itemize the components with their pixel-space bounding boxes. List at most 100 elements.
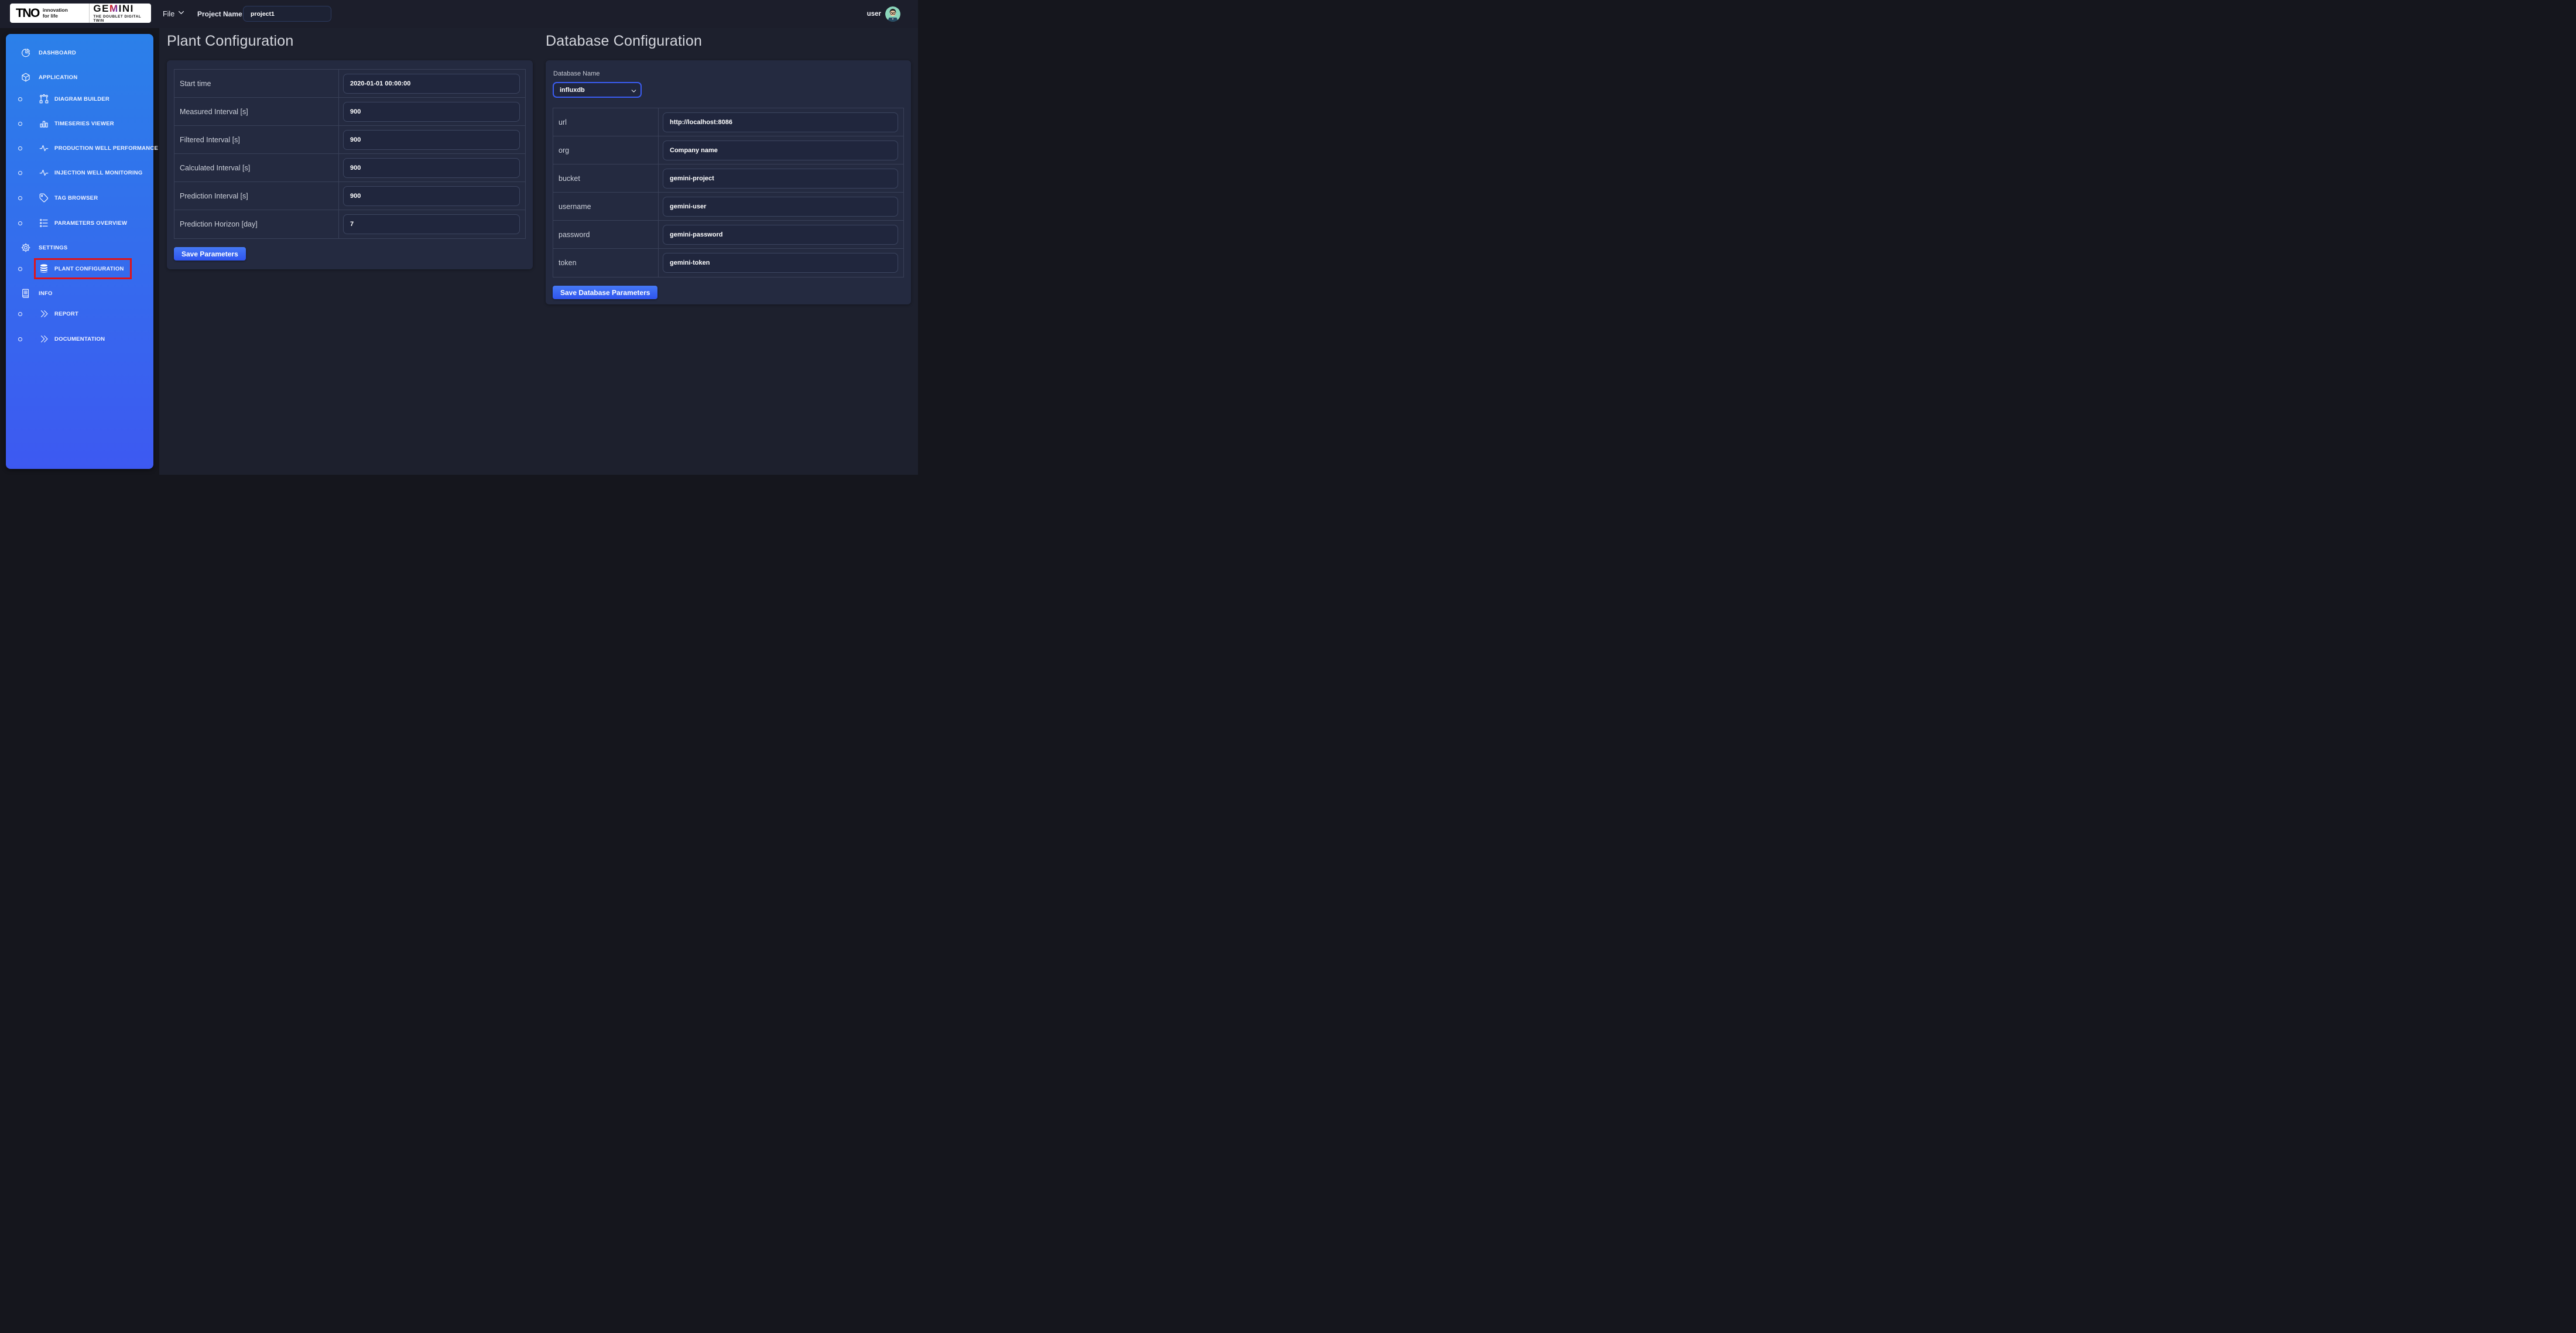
url-input[interactable]: [663, 112, 898, 132]
double-chevron-icon: [39, 309, 49, 319]
sidebar-item-report[interactable]: REPORT: [6, 306, 151, 321]
table-row: Filtered Interval [s]: [174, 126, 525, 154]
project-name-input[interactable]: [243, 6, 331, 22]
row-label: password: [553, 221, 659, 248]
topbar: TNO innovation for life GEMINI THE DOUBL…: [0, 0, 918, 28]
row-label: username: [553, 193, 659, 220]
main-content: Plant Configuration Start time Measured …: [159, 28, 918, 475]
start-time-input[interactable]: [343, 74, 520, 94]
save-database-parameters-button[interactable]: Save Database Parameters: [553, 286, 657, 299]
plant-configuration-card: Start time Measured Interval [s] Filtere…: [167, 60, 533, 269]
database-parameters-table: url org bucket username: [553, 108, 904, 277]
tno-logo: TNO innovation for life: [10, 6, 89, 20]
database-configuration-section: Database Configuration Database Name inf…: [546, 32, 911, 304]
sidebar-item-diagram-builder[interactable]: DIAGRAM BUILDER: [6, 91, 151, 107]
project-name-label: Project Name:: [197, 0, 245, 28]
plant-parameters-table: Start time Measured Interval [s] Filtere…: [174, 69, 526, 239]
file-menu[interactable]: File: [163, 0, 185, 28]
token-input[interactable]: [663, 253, 898, 273]
database-name-label: Database Name: [553, 70, 904, 77]
row-label: Calculated Interval [s]: [174, 154, 339, 181]
table-row: Prediction Horizon [day]: [174, 210, 525, 238]
sidebar-item-timeseries-viewer[interactable]: TIMESERIES VIEWER: [6, 116, 151, 131]
row-label: url: [553, 108, 659, 136]
bullet-icon: [18, 221, 22, 225]
document-icon: [20, 288, 31, 299]
activity-icon: [39, 143, 49, 153]
sidebar-item-documentation[interactable]: DOCUMENTATION: [6, 331, 151, 347]
calculated-interval-input[interactable]: [343, 158, 520, 178]
table-row: username: [553, 193, 903, 221]
bullet-icon: [18, 97, 22, 101]
tno-wordmark: TNO: [16, 6, 39, 20]
table-row: Measured Interval [s]: [174, 98, 525, 126]
table-row: url: [553, 108, 903, 136]
gemini-m-glyph: M: [109, 4, 119, 14]
table-row: bucket: [553, 165, 903, 193]
chevron-down-icon: [177, 9, 185, 19]
tag-icon: [39, 193, 49, 203]
sidebar-item-application[interactable]: APPLICATION: [6, 70, 151, 85]
user-avatar[interactable]: [885, 6, 900, 22]
file-menu-label: File: [163, 10, 174, 18]
sidebar-item-plant-configuration[interactable]: PLANT CONFIGURATION: [6, 261, 151, 276]
save-parameters-button[interactable]: Save Parameters: [174, 247, 246, 261]
row-label: Filtered Interval [s]: [174, 126, 339, 153]
bullet-icon: [18, 146, 22, 150]
gemini-subtitle: THE DOUBLET DIGITAL TWIN: [93, 15, 151, 23]
row-label: bucket: [553, 165, 659, 192]
user-area: user: [867, 0, 900, 28]
database-icon: [39, 263, 49, 274]
filtered-interval-input[interactable]: [343, 130, 520, 150]
app-root: TNO innovation for life GEMINI THE DOUBL…: [0, 0, 918, 475]
table-row: Calculated Interval [s]: [174, 154, 525, 182]
plant-configuration-title: Plant Configuration: [167, 32, 533, 50]
database-configuration-card: Database Name influxdb url org: [546, 60, 911, 304]
gemini-logo: GEMINI THE DOUBLET DIGITAL TWIN: [90, 4, 151, 23]
username-input[interactable]: [663, 197, 898, 217]
activity-icon: [39, 167, 49, 178]
sidebar-item-dashboard[interactable]: DASHBOARD: [6, 45, 151, 60]
row-label: org: [553, 136, 659, 164]
database-configuration-title: Database Configuration: [546, 32, 911, 50]
prediction-interval-input[interactable]: [343, 186, 520, 206]
cube-icon: [20, 72, 31, 83]
bullet-icon: [18, 196, 22, 200]
tno-tagline: innovation for life: [43, 8, 68, 19]
sidebar-item-info[interactable]: INFO: [6, 286, 151, 301]
bucket-input[interactable]: [663, 169, 898, 189]
prediction-horizon-input[interactable]: [343, 214, 520, 234]
bullet-icon: [18, 312, 22, 316]
bullet-icon: [18, 337, 22, 341]
bullet-icon: [18, 122, 22, 126]
row-label: Prediction Horizon [day]: [174, 210, 339, 238]
table-row: token: [553, 249, 903, 277]
table-row: Start time: [174, 70, 525, 98]
measured-interval-input[interactable]: [343, 102, 520, 122]
nodes-icon: [39, 94, 49, 104]
plant-configuration-section: Plant Configuration Start time Measured …: [167, 32, 533, 269]
user-label: user: [867, 11, 881, 18]
table-row: password: [553, 221, 903, 249]
password-input[interactable]: [663, 225, 898, 245]
sidebar-item-parameters-overview[interactable]: PARAMETERS OVERVIEW: [6, 215, 151, 231]
gear-icon: [20, 242, 31, 253]
sidebar-item-settings[interactable]: SETTINGS: [6, 240, 151, 255]
sidebar-item-injection-well-monitoring[interactable]: INJECTION WELL MONITORING: [6, 165, 151, 180]
table-row: Prediction Interval [s]: [174, 182, 525, 210]
row-label: token: [553, 249, 659, 277]
bar-chart-icon: [39, 118, 49, 129]
sidebar: DASHBOARD APPLICATION DIAGRAM BUILDER TI…: [6, 34, 153, 469]
database-name-select[interactable]: influxdb: [553, 82, 642, 98]
row-label: Measured Interval [s]: [174, 98, 339, 125]
double-chevron-icon: [39, 334, 49, 344]
brand-logo: TNO innovation for life GEMINI THE DOUBL…: [10, 4, 151, 23]
sidebar-item-production-well-performance[interactable]: PRODUCTION WELL PERFORMANCE: [6, 141, 151, 156]
database-name-select-wrap: influxdb: [553, 82, 642, 98]
sidebar-item-tag-browser[interactable]: TAG BROWSER: [6, 190, 151, 205]
row-label: Start time: [174, 70, 339, 97]
table-row: org: [553, 136, 903, 165]
row-label: Prediction Interval [s]: [174, 182, 339, 210]
org-input[interactable]: [663, 141, 898, 160]
list-icon: [39, 218, 49, 228]
